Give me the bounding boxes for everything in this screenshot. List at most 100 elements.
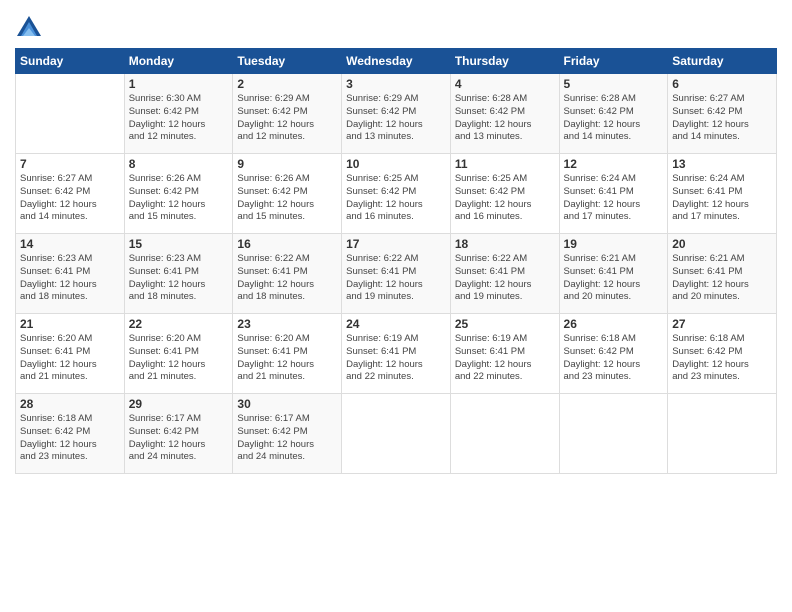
calendar-cell: 23 Sunrise: 6:20 AM Sunset: 6:41 PM Dayli…	[233, 314, 342, 394]
day-number: 9	[237, 157, 337, 171]
day-info: Sunrise: 6:24 AM Sunset: 6:41 PM Dayligh…	[564, 173, 664, 224]
calendar-cell	[559, 394, 668, 474]
calendar-cell: 26 Sunrise: 6:18 AM Sunset: 6:42 PM Dayli…	[559, 314, 668, 394]
day-number: 24	[346, 317, 446, 331]
day-info: Sunrise: 6:20 AM Sunset: 6:41 PM Dayligh…	[237, 333, 337, 384]
day-info: Sunrise: 6:29 AM Sunset: 6:42 PM Dayligh…	[346, 93, 446, 144]
day-info: Sunrise: 6:20 AM Sunset: 6:41 PM Dayligh…	[20, 333, 120, 384]
day-number: 12	[564, 157, 664, 171]
day-info: Sunrise: 6:22 AM Sunset: 6:41 PM Dayligh…	[237, 253, 337, 304]
header-row: SundayMondayTuesdayWednesdayThursdayFrid…	[16, 49, 777, 74]
day-info: Sunrise: 6:23 AM Sunset: 6:41 PM Dayligh…	[20, 253, 120, 304]
day-info: Sunrise: 6:22 AM Sunset: 6:41 PM Dayligh…	[455, 253, 555, 304]
calendar-cell: 17 Sunrise: 6:22 AM Sunset: 6:41 PM Dayli…	[342, 234, 451, 314]
calendar-cell: 15 Sunrise: 6:23 AM Sunset: 6:41 PM Dayli…	[124, 234, 233, 314]
calendar-cell: 22Sunrise: 6:20 AM Sunset: 6:41 PM Dayli…	[124, 314, 233, 394]
calendar-cell	[668, 394, 777, 474]
calendar-table: SundayMondayTuesdayWednesdayThursdayFrid…	[15, 48, 777, 474]
calendar-cell: 6 Sunrise: 6:27 AM Sunset: 6:42 PM Daylig…	[668, 74, 777, 154]
header-day-thursday: Thursday	[450, 49, 559, 74]
day-info: Sunrise: 6:26 AM Sunset: 6:42 PM Dayligh…	[237, 173, 337, 224]
day-number: 28	[20, 397, 120, 411]
day-info: Sunrise: 6:30 AM Sunset: 6:42 PM Dayligh…	[129, 93, 229, 144]
day-number: 8	[129, 157, 229, 171]
calendar-cell: 12 Sunrise: 6:24 AM Sunset: 6:41 PM Dayli…	[559, 154, 668, 234]
day-number: 26	[564, 317, 664, 331]
calendar-cell	[450, 394, 559, 474]
calendar-cell: 7Sunrise: 6:27 AM Sunset: 6:42 PM Daylig…	[16, 154, 125, 234]
calendar-cell: 13 Sunrise: 6:24 AM Sunset: 6:41 PM Dayli…	[668, 154, 777, 234]
day-number: 10	[346, 157, 446, 171]
day-info: Sunrise: 6:18 AM Sunset: 6:42 PM Dayligh…	[564, 333, 664, 384]
day-info: Sunrise: 6:27 AM Sunset: 6:42 PM Dayligh…	[672, 93, 772, 144]
calendar-cell: 11 Sunrise: 6:25 AM Sunset: 6:42 PM Dayli…	[450, 154, 559, 234]
day-info: Sunrise: 6:21 AM Sunset: 6:41 PM Dayligh…	[564, 253, 664, 304]
calendar-cell: 8 Sunrise: 6:26 AM Sunset: 6:42 PM Daylig…	[124, 154, 233, 234]
calendar-cell: 14 Sunrise: 6:23 AM Sunset: 6:41 PM Dayli…	[16, 234, 125, 314]
calendar-cell: 29 Sunrise: 6:17 AM Sunset: 6:42 PM Dayli…	[124, 394, 233, 474]
logo-icon	[15, 14, 43, 42]
calendar-cell: 18 Sunrise: 6:22 AM Sunset: 6:41 PM Dayli…	[450, 234, 559, 314]
calendar-cell: 9 Sunrise: 6:26 AM Sunset: 6:42 PM Daylig…	[233, 154, 342, 234]
day-number: 27	[672, 317, 772, 331]
day-number: 13	[672, 157, 772, 171]
day-number: 20	[672, 237, 772, 251]
day-number: 19	[564, 237, 664, 251]
calendar-cell: 19 Sunrise: 6:21 AM Sunset: 6:41 PM Dayli…	[559, 234, 668, 314]
day-number: 2	[237, 77, 337, 91]
day-info: Sunrise: 6:18 AM Sunset: 6:42 PM Dayligh…	[672, 333, 772, 384]
day-info: Sunrise: 6:25 AM Sunset: 6:42 PM Dayligh…	[346, 173, 446, 224]
day-info: Sunrise: 6:22 AM Sunset: 6:41 PM Dayligh…	[346, 253, 446, 304]
day-info: Sunrise: 6:19 AM Sunset: 6:41 PM Dayligh…	[346, 333, 446, 384]
calendar-cell: 4Sunrise: 6:28 AM Sunset: 6:42 PM Daylig…	[450, 74, 559, 154]
calendar-cell: 27 Sunrise: 6:18 AM Sunset: 6:42 PM Dayli…	[668, 314, 777, 394]
header-day-monday: Monday	[124, 49, 233, 74]
day-number: 4	[455, 77, 555, 91]
day-info: Sunrise: 6:17 AM Sunset: 6:42 PM Dayligh…	[237, 413, 337, 464]
calendar-cell: 30 Sunrise: 6:17 AM Sunset: 6:42 PM Dayli…	[233, 394, 342, 474]
calendar-row-2: 7Sunrise: 6:27 AM Sunset: 6:42 PM Daylig…	[16, 154, 777, 234]
header-day-sunday: Sunday	[16, 49, 125, 74]
day-number: 5	[564, 77, 664, 91]
calendar-cell: 25Sunrise: 6:19 AM Sunset: 6:41 PM Dayli…	[450, 314, 559, 394]
day-number: 11	[455, 157, 555, 171]
day-number: 29	[129, 397, 229, 411]
day-info: Sunrise: 6:28 AM Sunset: 6:42 PM Dayligh…	[564, 93, 664, 144]
day-info: Sunrise: 6:25 AM Sunset: 6:42 PM Dayligh…	[455, 173, 555, 224]
day-number: 14	[20, 237, 120, 251]
day-number: 3	[346, 77, 446, 91]
day-number: 15	[129, 237, 229, 251]
header-day-friday: Friday	[559, 49, 668, 74]
calendar-cell: 10 Sunrise: 6:25 AM Sunset: 6:42 PM Dayli…	[342, 154, 451, 234]
day-number: 16	[237, 237, 337, 251]
day-number: 23	[237, 317, 337, 331]
day-info: Sunrise: 6:17 AM Sunset: 6:42 PM Dayligh…	[129, 413, 229, 464]
day-number: 30	[237, 397, 337, 411]
calendar-row-5: 28 Sunrise: 6:18 AM Sunset: 6:42 PM Dayli…	[16, 394, 777, 474]
calendar-cell: 16 Sunrise: 6:22 AM Sunset: 6:41 PM Dayli…	[233, 234, 342, 314]
calendar-cell: 28 Sunrise: 6:18 AM Sunset: 6:42 PM Dayli…	[16, 394, 125, 474]
day-info: Sunrise: 6:19 AM Sunset: 6:41 PM Dayligh…	[455, 333, 555, 384]
page: SundayMondayTuesdayWednesdayThursdayFrid…	[0, 0, 792, 612]
day-info: Sunrise: 6:23 AM Sunset: 6:41 PM Dayligh…	[129, 253, 229, 304]
calendar-cell	[342, 394, 451, 474]
day-info: Sunrise: 6:26 AM Sunset: 6:42 PM Dayligh…	[129, 173, 229, 224]
day-info: Sunrise: 6:24 AM Sunset: 6:41 PM Dayligh…	[672, 173, 772, 224]
day-info: Sunrise: 6:29 AM Sunset: 6:42 PM Dayligh…	[237, 93, 337, 144]
calendar-cell: 5 Sunrise: 6:28 AM Sunset: 6:42 PM Daylig…	[559, 74, 668, 154]
calendar-row-4: 21Sunrise: 6:20 AM Sunset: 6:41 PM Dayli…	[16, 314, 777, 394]
day-number: 6	[672, 77, 772, 91]
calendar-cell: 1Sunrise: 6:30 AM Sunset: 6:42 PM Daylig…	[124, 74, 233, 154]
calendar-row-3: 14 Sunrise: 6:23 AM Sunset: 6:41 PM Dayli…	[16, 234, 777, 314]
logo	[15, 14, 47, 42]
day-number: 18	[455, 237, 555, 251]
calendar-cell: 20 Sunrise: 6:21 AM Sunset: 6:41 PM Dayli…	[668, 234, 777, 314]
day-number: 17	[346, 237, 446, 251]
day-info: Sunrise: 6:18 AM Sunset: 6:42 PM Dayligh…	[20, 413, 120, 464]
header	[15, 10, 777, 42]
calendar-cell: 24 Sunrise: 6:19 AM Sunset: 6:41 PM Dayli…	[342, 314, 451, 394]
header-day-tuesday: Tuesday	[233, 49, 342, 74]
header-day-wednesday: Wednesday	[342, 49, 451, 74]
day-info: Sunrise: 6:21 AM Sunset: 6:41 PM Dayligh…	[672, 253, 772, 304]
calendar-cell	[16, 74, 125, 154]
